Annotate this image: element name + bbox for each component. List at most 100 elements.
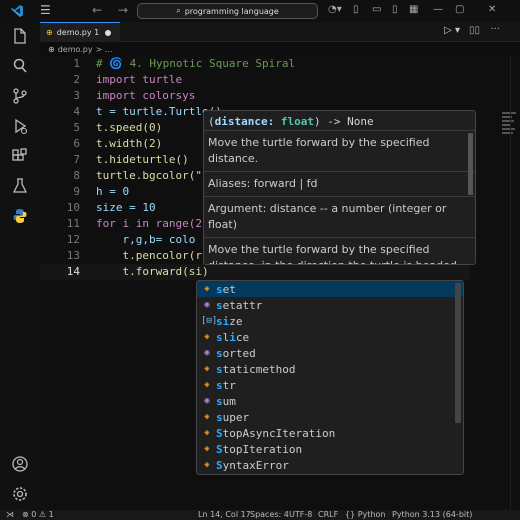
python-file-icon: ⊕ bbox=[46, 28, 53, 37]
suggestion-item[interactable]: ◈ staticmethod bbox=[197, 361, 463, 377]
python-icon[interactable] bbox=[10, 206, 30, 226]
line-code: for i in range(2 bbox=[96, 217, 202, 230]
run-python-file-icon[interactable]: ▷ ▾ bbox=[444, 25, 460, 36]
unsaved-dot-icon[interactable] bbox=[105, 29, 112, 36]
suggestion-item[interactable]: ◈ str bbox=[197, 377, 463, 393]
line-number: 1 bbox=[73, 57, 80, 70]
command-center-search[interactable]: ⌕ programming language bbox=[137, 3, 318, 19]
line-code: r,g,b= colo bbox=[96, 233, 196, 246]
search-icon[interactable] bbox=[10, 56, 30, 76]
title-bar: ☰ ← → ⌕ programming language ◔▾ ▯ ▭ ▯ ▦ … bbox=[0, 0, 520, 22]
function-signature: (distance: float) -> None bbox=[204, 111, 475, 131]
line-number: 7 bbox=[73, 153, 80, 166]
line-number: 2 bbox=[73, 73, 80, 86]
line-number: 9 bbox=[73, 185, 80, 198]
parameter-hint-tooltip: (distance: float) -> None Move the turtl… bbox=[203, 110, 476, 265]
suggestion-item[interactable]: ◈ StopAsyncIteration bbox=[197, 425, 463, 441]
suggestion-item[interactable]: ◈ StopIteration bbox=[197, 441, 463, 457]
hint-description-long: Move the turtle forward by the specified… bbox=[208, 243, 460, 264]
line-number: 3 bbox=[73, 89, 80, 102]
problems-indicator[interactable]: ⊗ 0 ⚠ 1 bbox=[22, 510, 54, 520]
status-bar: ⋊ ⊗ 0 ⚠ 1 Ln 14, Col 17 Spaces: 4 UTF-8 … bbox=[0, 510, 520, 520]
line-code: import colorsys bbox=[96, 89, 196, 102]
split-editor-icon[interactable]: ▯▯ bbox=[469, 25, 480, 36]
suggestion-item[interactable]: ◈ super bbox=[197, 409, 463, 425]
suggest-scrollbar[interactable] bbox=[455, 283, 461, 423]
forward-arrow-icon[interactable]: → bbox=[118, 3, 128, 17]
class-icon: ◈ bbox=[204, 444, 210, 454]
settings-gear-icon[interactable] bbox=[10, 484, 30, 504]
class-icon: ◈ bbox=[204, 332, 210, 342]
encoding[interactable]: UTF-8 bbox=[289, 510, 312, 520]
testing-icon[interactable] bbox=[10, 176, 30, 196]
run-debug-icon[interactable] bbox=[10, 116, 30, 136]
toggle-panel-icon[interactable]: ▭ bbox=[372, 4, 381, 15]
command-center-text: programming language bbox=[184, 6, 279, 16]
cursor-position[interactable]: Ln 14, Col 17 bbox=[198, 510, 251, 520]
vscode-logo-icon bbox=[11, 5, 23, 17]
function-icon: ◉ bbox=[204, 348, 210, 358]
code-line-active: 14 t.forward(si) bbox=[40, 264, 470, 280]
python-interpreter[interactable]: Python 3.13 (64-bit) bbox=[392, 510, 472, 520]
line-code: t.speed(0) bbox=[96, 121, 163, 134]
line-number: 6 bbox=[73, 137, 80, 150]
line-number: 4 bbox=[73, 105, 80, 118]
indentation[interactable]: Spaces: 4 bbox=[250, 510, 289, 520]
copilot-icon[interactable]: ◔▾ bbox=[328, 4, 342, 15]
language-mode[interactable]: {} Python bbox=[345, 510, 385, 520]
hint-argument: Argument: distance -- a number (integer … bbox=[204, 197, 475, 238]
line-number: 13 bbox=[66, 249, 80, 262]
source-control-icon[interactable] bbox=[10, 86, 30, 106]
breadcrumb-more[interactable]: > ... bbox=[96, 45, 113, 54]
line-number: 10 bbox=[66, 201, 80, 214]
toggle-secondary-sidebar-icon[interactable]: ▯ bbox=[392, 4, 398, 15]
tooltip-scrollbar[interactable] bbox=[468, 133, 473, 195]
line-code: t.pencolor(r bbox=[96, 249, 202, 262]
breadcrumb-file[interactable]: demo.py bbox=[58, 45, 93, 54]
close-icon[interactable]: ✕ bbox=[488, 4, 496, 15]
suggestion-item[interactable]: [⊟] size bbox=[197, 313, 463, 329]
suggestion-item[interactable]: ◈ set bbox=[197, 281, 463, 297]
account-icon[interactable] bbox=[10, 454, 30, 474]
suggestion-item[interactable]: ◈ slice bbox=[197, 329, 463, 345]
python-file-icon: ⊕ bbox=[48, 44, 55, 54]
back-arrow-icon[interactable]: ← bbox=[92, 3, 102, 17]
search-icon: ⌕ bbox=[176, 6, 181, 15]
minimize-icon[interactable]: — bbox=[433, 4, 443, 15]
line-number: 12 bbox=[66, 233, 80, 246]
editor-scrollbar[interactable] bbox=[510, 56, 520, 510]
suggestion-item[interactable]: ◈ SyntaxError bbox=[197, 457, 463, 473]
suggestion-item[interactable]: ◉ sum bbox=[197, 393, 463, 409]
suggestion-item[interactable]: ◉ sorted bbox=[197, 345, 463, 361]
line-code: size = 10 bbox=[96, 201, 156, 214]
class-icon: ◈ bbox=[204, 412, 210, 422]
line-code: import turtle bbox=[96, 73, 183, 86]
extensions-icon[interactable] bbox=[10, 146, 30, 166]
line-code: h = 0 bbox=[96, 185, 130, 198]
toggle-sidebar-icon[interactable]: ▯ bbox=[353, 4, 359, 15]
line-ending[interactable]: CRLF bbox=[318, 510, 338, 520]
line-code: t.forward(si) bbox=[96, 265, 209, 278]
maximize-icon[interactable]: ▢ bbox=[455, 4, 464, 15]
code-line: 2 import turtle bbox=[40, 72, 470, 88]
remote-icon[interactable]: ⋊ bbox=[6, 510, 14, 520]
explorer-icon[interactable] bbox=[10, 26, 30, 46]
line-code: # 🌀 4. Hypnotic Square Spiral bbox=[96, 57, 296, 70]
suggestion-item[interactable]: ◉ setattr bbox=[197, 297, 463, 313]
autocomplete-list: ◈ set ◉ setattr [⊟] size ◈ slice ◉ sorted ◈ st… bbox=[196, 280, 464, 475]
more-actions-icon[interactable]: ··· bbox=[490, 24, 500, 35]
activity-bar bbox=[0, 22, 40, 510]
line-code: t.hideturtle() bbox=[96, 153, 189, 166]
class-icon: ◈ bbox=[204, 364, 210, 374]
class-icon: ◈ bbox=[204, 460, 210, 470]
line-code: t.width(2) bbox=[96, 137, 163, 150]
function-icon: ◉ bbox=[204, 300, 210, 310]
line-number: 14 bbox=[66, 265, 80, 278]
editor-tabs: ⊕ demo.py 1 ▷ ▾ ▯▯ ··· bbox=[40, 22, 520, 42]
customize-layout-icon[interactable]: ▦ bbox=[409, 4, 418, 15]
code-line: 1 # 🌀 4. Hypnotic Square Spiral bbox=[40, 56, 470, 72]
code-line: 3 import colorsys bbox=[40, 88, 470, 104]
tab-demo-py[interactable]: ⊕ demo.py 1 bbox=[40, 22, 120, 42]
hamburger-icon[interactable]: ☰ bbox=[40, 3, 51, 17]
function-icon: ◉ bbox=[204, 396, 210, 406]
